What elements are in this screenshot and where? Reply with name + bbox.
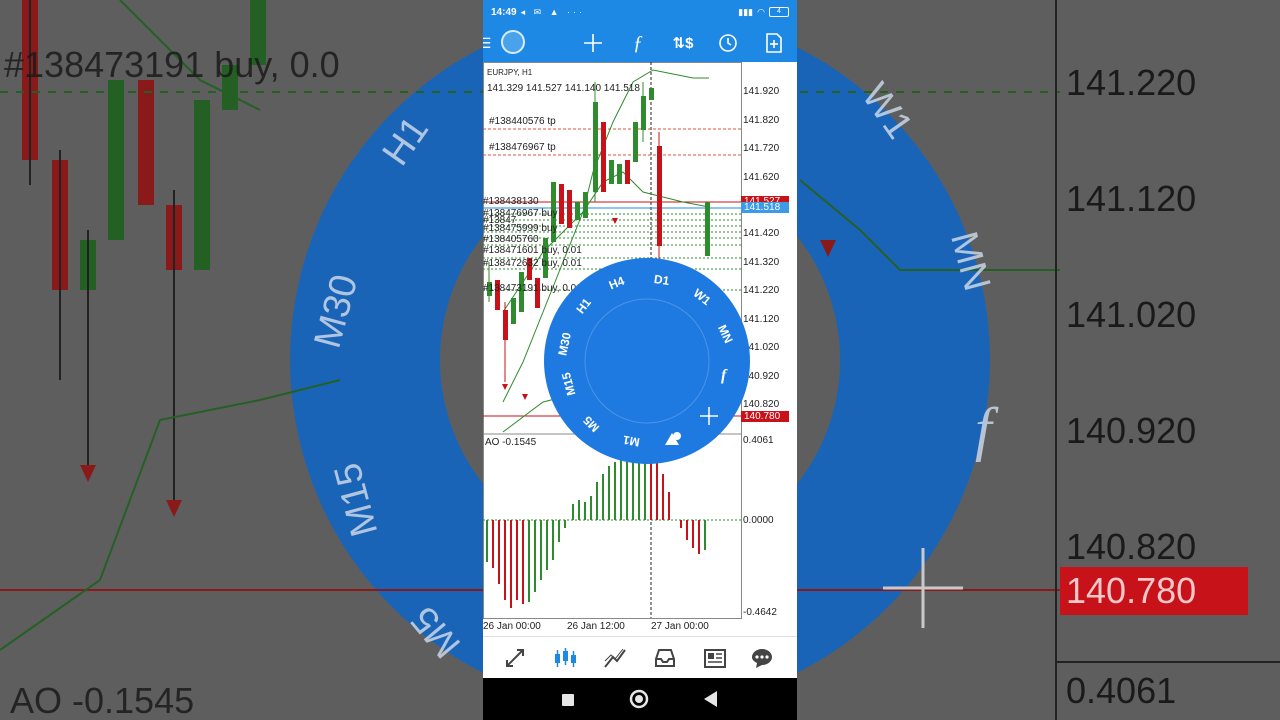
wifi-icon: ◠ [757,6,765,17]
price-axis-label: 141.420 [743,228,780,239]
bottom-navigation [483,636,797,678]
wheel-item-m1[interactable]: M1 [622,433,641,450]
order-label[interactable]: #138471601 buy, 0.01 [483,245,582,256]
oscillator-label: AO -0.1545 [485,437,537,448]
indicators-icon[interactable]: f [721,367,726,385]
news-icon[interactable] [702,645,728,671]
menu-icon[interactable]: ☰ [483,24,497,62]
period-icon[interactable] [711,24,745,62]
add-object-icon[interactable] [757,24,791,62]
oscillator-axis-label: -0.4642 [743,607,777,618]
bg-price-tag: 140.780 [1060,567,1248,615]
timeframe-wheel[interactable]: M1 M5 M15 M30 H1 H4 D1 W1 MN f [543,257,751,465]
chart-icon[interactable] [552,645,578,671]
back-icon[interactable] [704,691,718,712]
wheel-item-d1[interactable]: D1 [653,272,670,288]
bg-ao-text: AO -0.1545 [10,680,195,720]
time-axis-label: 27 Jan 00:00 [651,621,709,632]
bid-price-tag: 141.518 [741,202,789,213]
price-axis-label: 141.820 [743,115,780,126]
price-axis-label: 141.920 [743,86,780,97]
bg-price: 141.020 [1066,294,1197,335]
status-time: 14:49 [491,6,517,18]
bg-price: 140.820 [1066,526,1197,567]
trade-icon[interactable] [602,645,628,671]
bg-price: 0.4061 [1066,670,1177,711]
battery-icon: 4 [769,7,789,17]
order-label[interactable]: #138475999 buy [483,223,558,234]
time-axis-label: 26 Jan 12:00 [567,621,625,632]
status-bar: 14:49 ◂ ✉ ▲ ··· ▮▮▮ ◠ 4 [483,0,797,24]
wheel-center [585,299,709,423]
order-label[interactable]: #138438130 [483,196,539,207]
recents-icon[interactable] [562,693,574,711]
order-label[interactable]: #138405760 [483,234,539,245]
time-axis-label: 26 Jan 00:00 [483,621,541,632]
top-toolbar: ☰ ƒ ⇅$ [483,24,797,62]
app-logo-icon[interactable] [501,30,525,54]
quotes-icon[interactable] [502,645,528,671]
crosshair-icon[interactable] [576,24,610,62]
price-axis-label: 141.720 [743,143,780,154]
bg-order-text: #138473191 buy, 0.0 [4,44,340,85]
signal-icon: ▮▮▮ [738,6,754,17]
system-navigation-bar [483,678,797,720]
oscillator-axis-label: 0.0000 [743,515,774,526]
bg-price: 141.220 [1066,62,1197,103]
ohlc-label: 141.329 141.527 141.140 141.518 [487,83,640,94]
indicators-icon[interactable]: ƒ [621,24,655,62]
trade-icon[interactable]: ⇅$ [666,24,700,62]
ao-histogram [483,458,741,608]
symbol-label: EURJPY, H1 [487,68,533,77]
order-label[interactable]: #138476967 tp [489,142,556,153]
price-axis-label: 141.620 [743,172,780,183]
messages-icon[interactable] [749,645,775,671]
home-icon[interactable] [629,689,649,714]
notification-icons: ◂ ✉ ▲ ··· [520,6,586,17]
history-icon[interactable] [652,645,678,671]
bg-price: 140.920 [1066,410,1197,451]
bg-wheel-label: f [975,396,992,462]
bg-price: 141.120 [1066,178,1197,219]
order-label[interactable]: #138440576 tp [489,116,556,127]
